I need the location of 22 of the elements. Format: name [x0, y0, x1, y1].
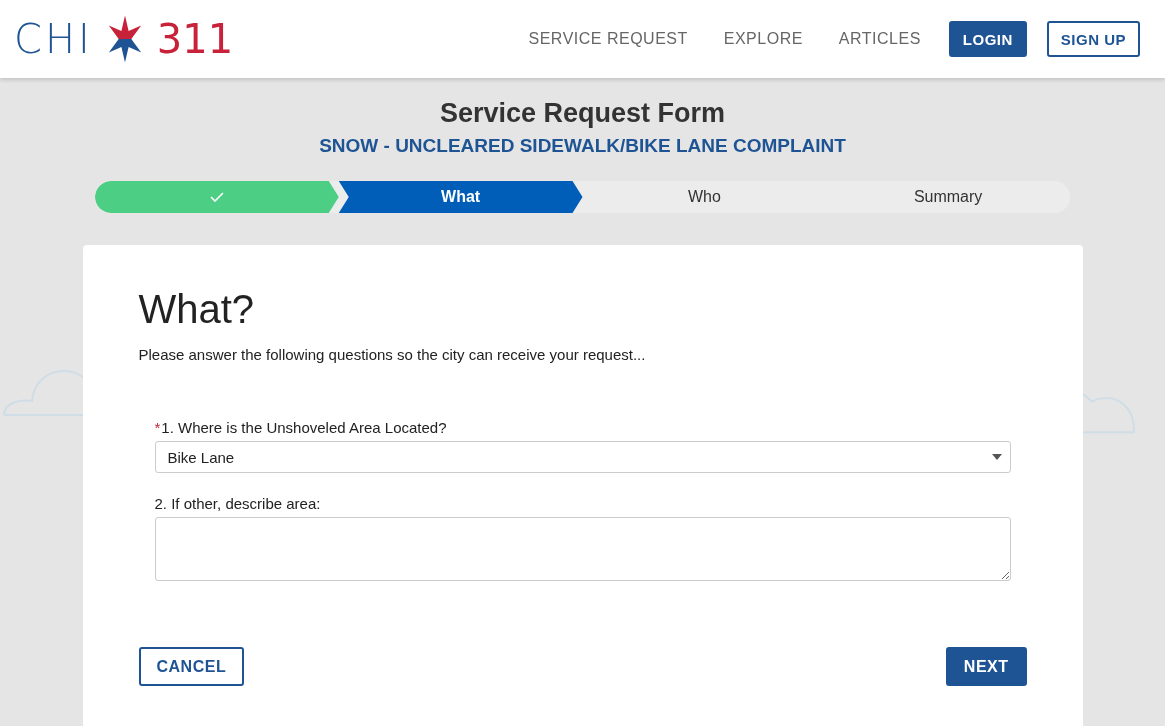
logo-text: 311 — [156, 16, 234, 62]
dropdown-field[interactable]: Bike Lane — [154, 441, 1011, 473]
question-label: 1. Where is the Unshoveled Area Located? — [161, 419, 447, 436]
nav-link[interactable]: ARTICLES — [838, 30, 921, 48]
caret-icon — [991, 454, 1002, 460]
intro-text: Please answer the following questions so the city can receive your request... — [138, 346, 647, 363]
check-icon — [209, 192, 224, 202]
form-heading: What? — [138, 287, 256, 332]
nav-link[interactable]: EXPLORE — [723, 30, 803, 48]
question-label: 2. If other, describe area: — [154, 495, 321, 512]
progress-step[interactable] — [95, 181, 339, 213]
login-button[interactable]: LOGIN — [948, 21, 1027, 57]
required-mark: * — [154, 419, 161, 436]
nav-link[interactable]: SERVICE REQUEST — [528, 30, 688, 48]
page-subtitle: SNOW - UNCLEARED SIDEWALK/BIKE LANE COMPLAINT — [319, 135, 846, 157]
cancel-button[interactable]: CANCEL — [138, 647, 245, 686]
next-button[interactable]: NEXT — [945, 647, 1027, 686]
signup-button[interactable]: SIGN UP — [1046, 21, 1140, 57]
text-area[interactable] — [154, 517, 1011, 581]
progress-step[interactable]: What — [338, 181, 583, 213]
page-title: Service Request Form — [439, 98, 726, 129]
logo-text: CHI — [14, 16, 93, 62]
